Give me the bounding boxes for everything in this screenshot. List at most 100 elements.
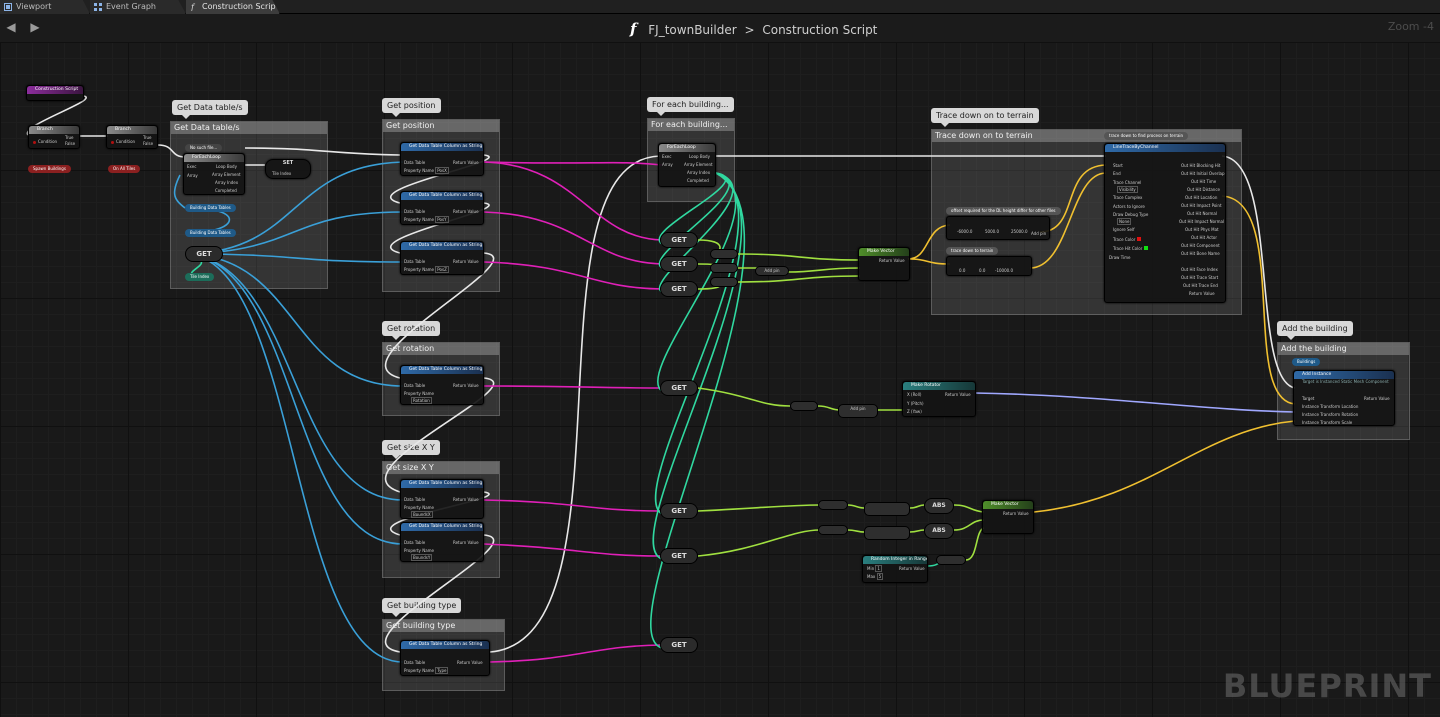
multiply-float-node[interactable] <box>864 502 910 516</box>
random-integer-node[interactable]: Random Integer in Range Min 1 Max 5 Retu… <box>862 555 928 583</box>
multiply-float-node[interactable] <box>864 526 910 540</box>
string-to-float-node[interactable] <box>710 277 738 287</box>
property-value[interactable]: BoundsX <box>411 511 433 518</box>
pin-out-phys-mat[interactable]: Out Hit Phys Mat <box>1185 227 1219 232</box>
pin-array[interactable]: Array <box>187 173 198 178</box>
pin-array-index[interactable]: Array Index <box>215 180 238 185</box>
comment-bubble[interactable]: Add the building <box>1277 321 1353 340</box>
make-vector-node[interactable]: Make Vector Return Value <box>858 247 910 281</box>
add-vector-node[interactable]: -6000.0 5000.0 25000.0 Add pin <box>946 216 1050 240</box>
pin-condition[interactable]: Condition <box>111 139 135 144</box>
pin-data-table[interactable]: Data Table <box>404 160 425 165</box>
string-to-float-node[interactable] <box>818 525 848 535</box>
pin-yaw[interactable]: Z (Yaw) <box>907 409 922 414</box>
pin-pitch[interactable]: Y (Pitch) <box>907 401 924 406</box>
get-data-table-column-node[interactable]: Get Data Table Column as String Data Tab… <box>400 191 484 225</box>
vector-a-y[interactable]: 5000.0 <box>985 229 999 234</box>
pin-completed[interactable]: Completed <box>687 178 709 183</box>
pin-exec[interactable]: Exec <box>662 154 671 159</box>
breadcrumb-graph[interactable]: Construction Script <box>762 23 877 37</box>
pin-trace-channel[interactable]: Trace Channel <box>1113 180 1141 185</box>
pin-target[interactable]: Target <box>1302 396 1314 401</box>
pin-data-table[interactable]: Data Table <box>404 383 425 388</box>
pin-out-impact-point[interactable]: Out Hit Impact Point <box>1181 203 1222 208</box>
pin-out-bone-name[interactable]: Out Hit Bone Name <box>1181 251 1220 256</box>
get-array-node[interactable]: GET <box>660 232 698 248</box>
pin-out-distance[interactable]: Out Hit Distance <box>1187 187 1220 192</box>
property-value[interactable]: Rotation <box>411 397 432 404</box>
on-all-tiles-var[interactable]: On All Tiles <box>108 165 141 173</box>
add-pin[interactable]: Add pin <box>1031 231 1046 236</box>
pin-min[interactable]: Min 1 <box>867 565 882 572</box>
branch-node[interactable]: Branch Condition True False <box>106 125 158 149</box>
get-array-node[interactable]: GET <box>185 246 223 262</box>
pin-instance-rotation[interactable]: Instance Transform Rotation <box>1302 412 1358 417</box>
pin-return-value[interactable]: Return Value <box>453 540 479 545</box>
abs-node[interactable]: ABS <box>924 498 954 514</box>
for-each-loop-node[interactable]: ForEachLoop Exec Array Loop Body Array E… <box>658 143 716 187</box>
get-array-node[interactable]: GET <box>660 548 698 564</box>
pin-return-value[interactable]: Return Value <box>945 392 971 397</box>
get-array-node[interactable]: GET <box>660 503 698 519</box>
comment-bubble[interactable]: Get rotation <box>382 321 441 340</box>
pin-data-table[interactable]: Data Table <box>404 209 425 214</box>
forward-arrow-icon[interactable]: ▶ <box>28 20 42 34</box>
for-each-loop-node[interactable]: ForEachLoop Exec Array Loop Body Array E… <box>183 153 245 195</box>
pin-array-index[interactable]: Array Index <box>687 170 710 175</box>
pin-data-table[interactable]: Data Table <box>404 540 425 545</box>
add-float-node[interactable]: Add pin <box>838 404 878 418</box>
vector-a-z[interactable]: 25000.0 <box>1011 229 1028 234</box>
get-data-table-column-node[interactable]: Get Data Table Column as String Data Tab… <box>400 241 484 275</box>
vector-b-x[interactable]: 0.0 <box>959 268 965 273</box>
pin-completed[interactable]: Completed <box>215 188 237 193</box>
pin-property-name[interactable]: Property Name PosZ <box>404 266 449 273</box>
pin-instance-location[interactable]: Instance Transform Location <box>1302 404 1358 409</box>
pin-return-value[interactable]: Return Value <box>879 258 905 263</box>
pin-out-trace-end[interactable]: Out Hit Trace End <box>1183 283 1218 288</box>
pin-draw-time[interactable]: Draw Time <box>1109 255 1131 260</box>
get-data-table-column-node[interactable]: Get Data Table Column as String Data Tab… <box>400 365 484 405</box>
pin-return-value[interactable]: Return Value <box>453 160 479 165</box>
building-data-tables-var[interactable]: Building Data Tables <box>185 229 236 237</box>
pin-out-blocking-hit[interactable]: Out Hit Blocking Hit <box>1181 163 1220 168</box>
breadcrumb-blueprint[interactable]: FJ_townBuilder <box>648 23 736 37</box>
pin-out-trace-start[interactable]: Out Hit Trace Start <box>1181 275 1218 280</box>
pin-loop-body[interactable]: Loop Body <box>689 154 710 159</box>
pin-array-element[interactable]: Array Element <box>684 162 713 167</box>
abs-node[interactable]: ABS <box>924 523 954 539</box>
vector-b-z[interactable]: -10000.0 <box>995 268 1013 273</box>
pin-return-value[interactable]: Return Value <box>453 259 479 264</box>
comment-bubble[interactable]: Get Data table/s <box>172 100 248 119</box>
pin-return-value[interactable]: Return Value <box>899 566 925 571</box>
line-trace-node[interactable]: LineTraceByChannel Start End Trace Chann… <box>1104 143 1226 303</box>
set-tile-index-node[interactable]: SET Tile Index <box>265 159 311 179</box>
pin-return-value[interactable]: Return Value <box>457 660 483 665</box>
pin-draw-debug-type[interactable]: Draw Debug Type <box>1113 212 1148 217</box>
tab-event-graph[interactable]: Event Graph <box>90 0 186 14</box>
pin-roll[interactable]: X (Roll) <box>907 392 921 397</box>
pin-loop-body[interactable]: Loop Body <box>216 164 237 169</box>
comment-bubble[interactable]: Trace down on to terrain <box>931 108 1039 127</box>
pin-false[interactable]: False <box>65 141 75 146</box>
comment-bubble[interactable]: For each building... <box>647 97 734 116</box>
property-value[interactable]: BoundsY <box>411 554 433 561</box>
string-to-float-node[interactable] <box>790 401 818 411</box>
pin-data-table[interactable]: Data Table <box>404 259 425 264</box>
buildings-var[interactable]: Buildings <box>1292 358 1321 366</box>
vector-b-y[interactable]: 0.0 <box>979 268 985 273</box>
branch-node[interactable]: Branch Condition True False <box>28 125 80 149</box>
get-array-node[interactable]: GET <box>660 637 698 653</box>
string-to-float-node[interactable] <box>818 500 848 510</box>
vector-a-x[interactable]: -6000.0 <box>957 229 972 234</box>
pin-out-initial-overlap[interactable]: Out Hit Initial Overlap <box>1181 171 1225 176</box>
pin-out-location[interactable]: Out Hit Location <box>1185 195 1217 200</box>
string-to-float-node[interactable] <box>710 249 738 259</box>
get-array-node[interactable]: GET <box>660 256 698 272</box>
pin-start[interactable]: Start <box>1113 163 1123 168</box>
pin-false[interactable]: False <box>143 141 153 146</box>
draw-debug-dropdown[interactable]: None <box>1117 218 1132 225</box>
int-to-float-node[interactable] <box>936 555 966 565</box>
pin-instance-scale[interactable]: Instance Transform Scale <box>1302 420 1352 425</box>
pin-true[interactable]: True <box>65 135 74 140</box>
pin-actors-to-ignore[interactable]: Actors to Ignore <box>1113 204 1145 209</box>
